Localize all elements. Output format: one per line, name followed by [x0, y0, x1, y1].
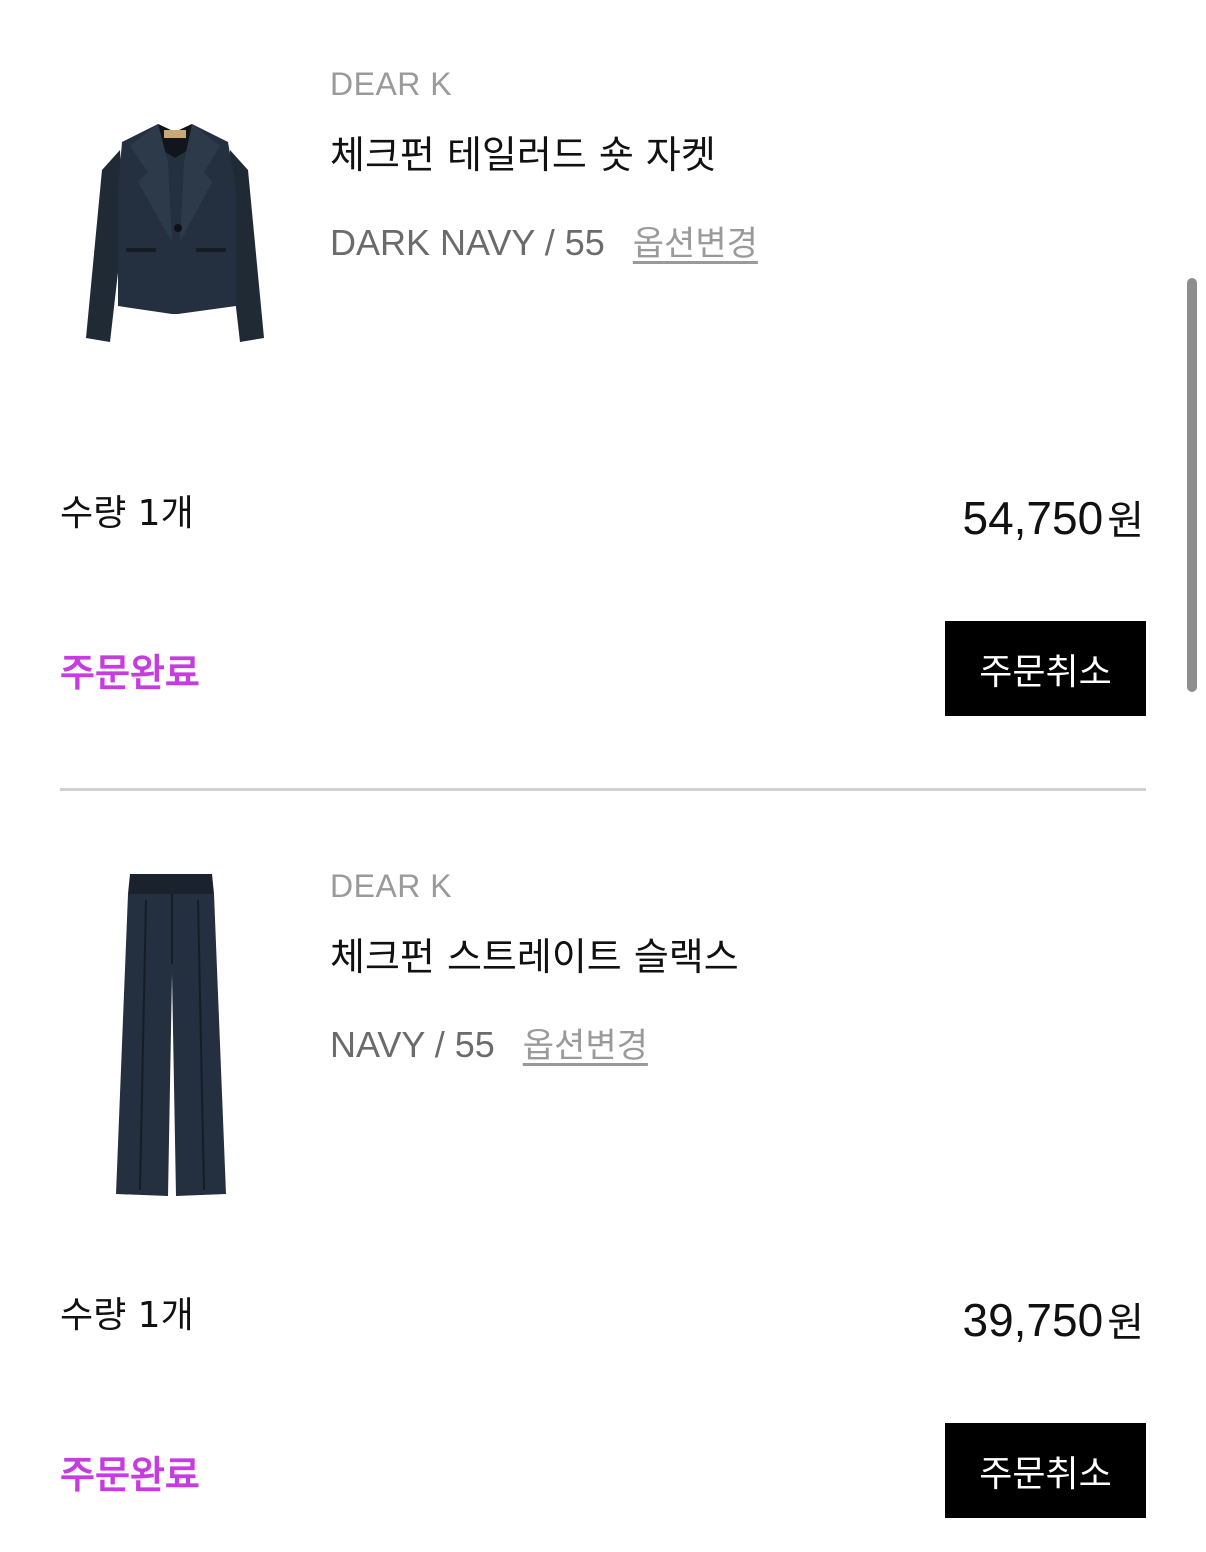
price-value: 54,750: [962, 492, 1104, 544]
option-row: NAVY / 55 옵션변경: [330, 1018, 648, 1067]
order-list-page: DEAR K 체크펀 테일러드 숏 자켓 DARK NAVY / 55 옵션변경…: [0, 0, 1206, 1552]
quantity-label: 수량 1개: [60, 493, 194, 534]
option-change-link[interactable]: 옵션변경: [633, 216, 758, 265]
product-image-jacket[interactable]: [60, 110, 290, 360]
product-name[interactable]: 체크펀 스트레이트 슬랙스: [330, 926, 739, 981]
brand-name: DEAR K: [330, 66, 453, 102]
order-status: 주문완료: [60, 651, 200, 695]
option-text: DARK NAVY / 55: [330, 222, 605, 263]
price: 54,750 원: [962, 488, 1144, 546]
option-change-link[interactable]: 옵션변경: [523, 1018, 648, 1067]
product-name[interactable]: 체크펀 테일러드 숏 자켓: [330, 124, 716, 179]
option-row: DARK NAVY / 55 옵션변경: [330, 216, 758, 265]
price-value: 39,750: [962, 1294, 1104, 1346]
divider: [60, 788, 1146, 791]
order-status: 주문완료: [60, 1453, 200, 1497]
brand-name: DEAR K: [330, 868, 453, 904]
option-text: NAVY / 55: [330, 1024, 495, 1065]
order-item: DEAR K 체크펀 테일러드 숏 자켓 DARK NAVY / 55 옵션변경…: [0, 0, 1206, 780]
price: 39,750 원: [962, 1290, 1144, 1348]
cancel-order-button[interactable]: 주문취소: [945, 1423, 1146, 1518]
scrollbar[interactable]: [1187, 278, 1197, 692]
quantity-label: 수량 1개: [60, 1295, 194, 1336]
jacket-icon: [86, 124, 264, 342]
product-image-slacks[interactable]: [60, 864, 290, 1204]
currency-label: 원: [1107, 1300, 1144, 1346]
cancel-order-button[interactable]: 주문취소: [945, 621, 1146, 716]
slacks-icon: [116, 874, 226, 1196]
currency-label: 원: [1107, 498, 1144, 544]
order-item: DEAR K 체크펀 스트레이트 슬랙스 NAVY / 55 옵션변경 수량 1…: [0, 802, 1206, 1552]
